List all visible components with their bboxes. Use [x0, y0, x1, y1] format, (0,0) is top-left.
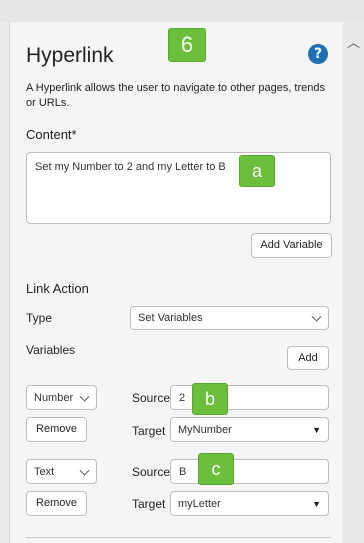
content-textarea[interactable]: Set my Number to 2 and my Letter to B [26, 152, 331, 224]
source-value: 2 [179, 391, 186, 404]
callout-step-number: 6 [168, 28, 206, 62]
source-label: Source [132, 391, 171, 405]
variable-type-value: Text [34, 465, 55, 478]
target-select[interactable]: MyNumber ▼ [170, 417, 329, 442]
add-button[interactable]: Add [287, 346, 329, 370]
caret-down-icon: ▼ [312, 424, 321, 435]
remove-button[interactable]: Remove [26, 491, 87, 516]
callout-b: b [192, 383, 228, 415]
scrollbar[interactable]: ︿ [343, 22, 364, 543]
link-type-value: Set Variables [138, 312, 203, 324]
divider [26, 537, 331, 538]
chevron-down-icon [79, 391, 90, 402]
target-value: myLetter [178, 497, 221, 510]
question-circle-icon[interactable]: ? [308, 44, 328, 64]
source-value: B [179, 465, 187, 478]
variable-type-value: Number [34, 391, 74, 404]
source-label: Source [132, 465, 171, 479]
remove-button[interactable]: Remove [26, 417, 87, 442]
target-label: Target [132, 497, 166, 511]
add-variable-button[interactable]: Add Variable [251, 233, 332, 258]
content-label: Content* [26, 127, 77, 142]
variable-type-select[interactable]: Number [26, 385, 97, 410]
top-strip [0, 0, 364, 22]
target-select[interactable]: myLetter ▼ [170, 491, 329, 516]
source-input[interactable]: B [170, 459, 329, 484]
chevron-down-icon [79, 465, 90, 476]
caret-down-icon: ▼ [312, 498, 321, 509]
variable-type-select[interactable]: Text [26, 459, 97, 484]
link-action-label: Link Action [26, 281, 89, 296]
type-label: Type [26, 311, 53, 325]
callout-a: a [239, 155, 275, 187]
target-label: Target [132, 424, 166, 438]
chevron-down-icon [311, 311, 322, 322]
link-type-select[interactable]: Set Variables [130, 306, 329, 330]
callout-c: c [198, 453, 234, 485]
panel-title: Hyperlink [26, 44, 114, 67]
hyperlink-properties-panel: Hyperlink ? A Hyperlink allows the user … [9, 22, 344, 543]
variables-label: Variables [26, 343, 76, 357]
scroll-up-icon[interactable]: ︿ [347, 36, 360, 49]
target-value: MyNumber [178, 423, 232, 436]
panel-description: A Hyperlink allows the user to navigate … [26, 82, 326, 109]
content-value: Set my Number to 2 and my Letter to B [35, 161, 226, 173]
